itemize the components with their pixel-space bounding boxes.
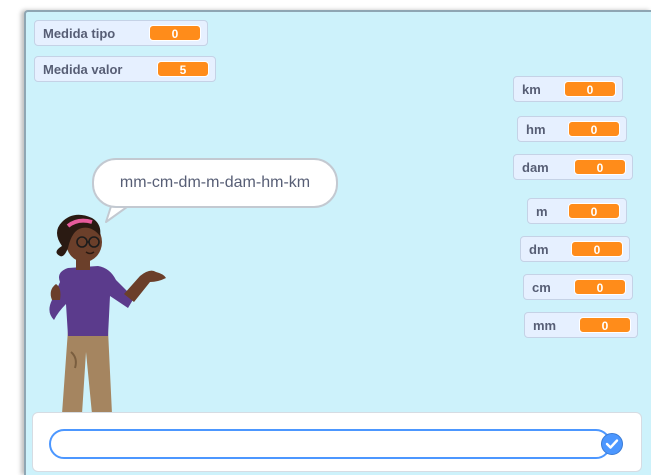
monitor-dam: dam 0 <box>513 154 633 180</box>
monitor-label: Medida valor <box>43 61 123 77</box>
submit-button[interactable] <box>601 433 623 455</box>
speech-text: mm-cm-dm-m-dam-hm-km <box>119 174 311 191</box>
monitor-km: km 0 <box>513 76 623 102</box>
monitor-value: 0 <box>568 121 620 137</box>
ask-prompt <box>32 412 642 472</box>
monitor-value: 0 <box>571 241 623 257</box>
monitor-label: dam <box>522 159 549 175</box>
monitor-value: 5 <box>157 61 209 77</box>
monitor-value: 0 <box>568 203 620 219</box>
monitor-value: 0 <box>574 279 626 295</box>
monitor-label: mm <box>533 317 557 333</box>
monitor-medida-tipo: Medida tipo 0 <box>34 20 208 46</box>
monitor-label: km <box>522 81 541 97</box>
monitor-medida-valor: Medida valor 5 <box>34 56 216 82</box>
monitor-hm: hm 0 <box>517 116 627 142</box>
monitor-cm: cm 0 <box>523 274 633 300</box>
monitor-label: cm <box>532 279 551 295</box>
monitor-value: 0 <box>574 159 626 175</box>
monitor-value: 0 <box>579 317 631 333</box>
sprite-character[interactable] <box>38 212 170 414</box>
answer-input[interactable] <box>49 429 611 459</box>
monitor-label: hm <box>526 121 546 137</box>
monitor-mm: mm 0 <box>524 312 638 338</box>
monitor-value: 0 <box>564 81 616 97</box>
monitor-m: m 0 <box>527 198 627 224</box>
check-icon <box>605 439 619 449</box>
monitor-label: dm <box>529 241 549 257</box>
monitor-label: m <box>536 203 548 219</box>
speech-bubble: mm-cm-dm-m-dam-hm-km <box>92 158 338 208</box>
monitor-value: 0 <box>149 25 201 41</box>
monitor-label: Medida tipo <box>43 25 116 41</box>
monitor-dm: dm 0 <box>520 236 630 262</box>
